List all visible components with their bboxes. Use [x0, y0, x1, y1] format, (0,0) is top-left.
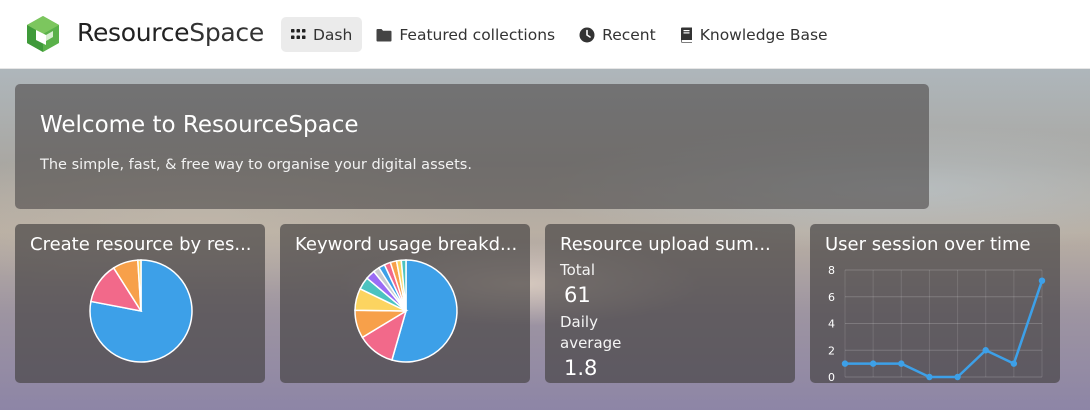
brand-name[interactable]: ResourceSpace [77, 18, 264, 47]
nav-dash[interactable]: Dash [281, 17, 363, 52]
pie-chart [89, 259, 193, 363]
nav-recent[interactable]: Recent [569, 17, 666, 52]
data-point[interactable] [954, 373, 961, 381]
main-nav: Dash Featured collections Recent Knowled… [281, 17, 842, 52]
nav-dash-label: Dash [313, 25, 353, 44]
total-label: Total [560, 261, 596, 279]
top-bar: ResourceSpace Dash Featured collections [0, 0, 1090, 69]
dash-tile-user-session[interactable]: User session over time 8 6 4 2 0 [810, 224, 1060, 383]
tile-title: Create resource by res... [30, 234, 252, 255]
nav-featured-collections-label: Featured collections [399, 25, 556, 44]
daily-label: Daily [560, 313, 598, 331]
dash-tile-keyword-usage[interactable]: Keyword usage breakd... [280, 224, 530, 383]
dash-tile-create-resource[interactable]: Create resource by res... [15, 224, 265, 383]
daily-average-value: 1.8 [564, 356, 598, 380]
line-chart: 8 6 4 2 0 [828, 264, 1046, 383]
y-tick-label: 8 [828, 264, 835, 277]
data-point[interactable] [926, 373, 933, 381]
y-tick-label: 0 [828, 371, 835, 383]
nav-featured-collections[interactable]: Featured collections [366, 17, 565, 52]
clock-icon [579, 27, 595, 42]
book-icon [680, 27, 692, 43]
data-point[interactable] [841, 360, 849, 367]
pie-chart [354, 259, 458, 363]
y-tick-label: 4 [828, 318, 835, 331]
data-point[interactable] [1010, 360, 1018, 367]
data-point[interactable] [1038, 277, 1046, 284]
tile-title: User session over time [825, 234, 1031, 255]
tile-title: Keyword usage breakd... [295, 234, 518, 255]
data-point[interactable] [982, 347, 989, 354]
brand-name-resource: Resource [77, 18, 190, 47]
welcome-title: Welcome to ResourceSpace [40, 112, 359, 138]
total-value: 61 [564, 283, 591, 307]
dash-tile-resource-upload-summary[interactable]: Resource upload sum... Total 61 Daily av… [545, 224, 795, 383]
welcome-panel: Welcome to ResourceSpace The simple, fas… [15, 84, 929, 209]
data-point[interactable] [898, 360, 905, 367]
nav-recent-label: Recent [602, 25, 656, 44]
data-point[interactable] [869, 360, 877, 367]
y-tick-label: 2 [828, 344, 835, 357]
grid-icon [291, 29, 306, 39]
nav-knowledge-base[interactable]: Knowledge Base [670, 17, 838, 52]
brand-name-space: Space [189, 18, 264, 47]
average-label: average [560, 334, 622, 352]
y-tick-label: 6 [828, 291, 835, 304]
nav-knowledge-base-label: Knowledge Base [699, 25, 828, 44]
resourcespace-logo-icon[interactable] [24, 15, 62, 53]
tile-title: Resource upload sum... [560, 234, 771, 255]
welcome-subtitle: The simple, fast, & free way to organise… [40, 157, 472, 173]
folder-icon [376, 28, 392, 41]
